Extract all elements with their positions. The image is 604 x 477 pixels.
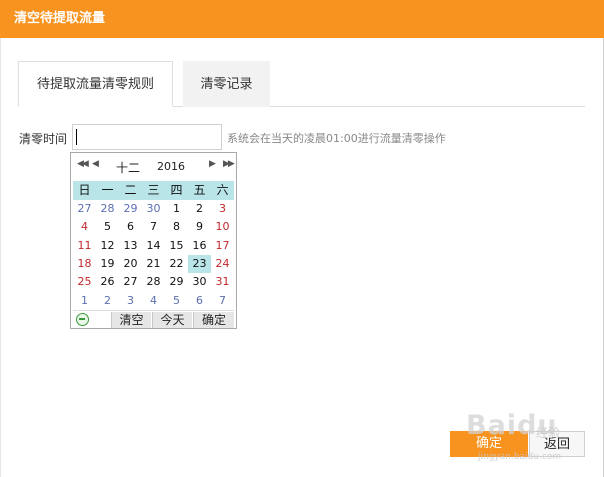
year-label[interactable]: 2016 (157, 160, 185, 173)
clear-time-input[interactable] (72, 124, 222, 150)
tab-bar: 待提取流量清零规则 清零记录 (18, 61, 585, 107)
clear-time-hint: 系统会在当天的凌晨01:00进行流量清零操作 (227, 132, 446, 145)
day-cell[interactable]: 30 (142, 200, 165, 218)
day-cell[interactable]: 10 (211, 218, 234, 236)
selected-day-cell[interactable]: 23 (188, 254, 211, 273)
calendar-today-button[interactable]: 今天 (152, 312, 192, 328)
day-cell[interactable]: 13 (119, 237, 142, 255)
day-cell[interactable]: 3 (211, 200, 234, 218)
day-cell[interactable]: 2 (96, 292, 119, 310)
day-cell[interactable]: 19 (96, 255, 119, 273)
day-cell[interactable]: 4 (142, 292, 165, 310)
day-cell[interactable]: 1 (73, 292, 96, 310)
calendar-ok-button[interactable]: 确定 (193, 312, 234, 328)
next-month-icon[interactable]: ▶ (209, 159, 216, 169)
back-arrow-icon[interactable] (76, 313, 89, 326)
clear-time-label: 清零时间 (19, 132, 68, 146)
tab-clear-rules[interactable]: 待提取流量清零规则 (18, 61, 173, 107)
day-cell[interactable]: 16 (188, 237, 211, 255)
day-cell[interactable]: 4 (73, 218, 96, 236)
day-cell[interactable]: 28 (96, 200, 119, 218)
watermark-url: jingyan.baidu.com (478, 452, 562, 462)
day-cell[interactable]: 31 (211, 273, 234, 291)
weekday-label: 三 (147, 183, 160, 197)
date-picker: ◀◀ ◀ 十二 2016 ▶ ▶▶ 日一二三四五六 27 28 29 30 1 2 3 4 5 6… (70, 152, 237, 329)
day-cell[interactable]: 21 (142, 255, 165, 273)
day-cell[interactable]: 14 (142, 237, 165, 255)
text-cursor (76, 129, 77, 145)
day-cell[interactable]: 20 (119, 255, 142, 273)
watermark-cn: 经验 (536, 426, 561, 440)
day-cell[interactable]: 18 (73, 255, 96, 273)
date-picker-footer: 清空 今天 确定 (73, 310, 234, 329)
clear-time-row: 清零时间 系统会在当天的凌晨01:00进行流量清零操作 (19, 124, 579, 150)
day-cell[interactable]: 8 (165, 218, 188, 236)
window-title: 清空待提取流量 (14, 11, 106, 26)
weekday-label: 五 (193, 183, 206, 197)
day-cell[interactable]: 29 (165, 273, 188, 291)
weekday-label: 六 (216, 183, 229, 197)
day-cell[interactable]: 24 (211, 255, 234, 273)
frame-border-left (0, 38, 1, 477)
day-cell[interactable]: 25 (73, 273, 96, 291)
day-cell[interactable]: 5 (165, 292, 188, 310)
month-label[interactable]: 十二 (116, 159, 140, 176)
weekday-label: 二 (124, 183, 137, 197)
prev-year-icon[interactable]: ◀◀ (77, 159, 89, 169)
prev-month-icon[interactable]: ◀ (92, 159, 99, 169)
day-cell[interactable]: 1 (165, 200, 188, 218)
day-cell[interactable]: 29 (119, 200, 142, 218)
weekday-label: 一 (101, 183, 114, 197)
weekday-label: 四 (170, 183, 183, 197)
calendar-clear-button[interactable]: 清空 (111, 312, 151, 328)
weekday-header: 日一二三四五六 (73, 181, 234, 200)
day-cell[interactable]: 6 (119, 218, 142, 236)
day-cell[interactable]: 7 (211, 292, 234, 310)
day-cell[interactable]: 9 (188, 218, 211, 236)
tab-clear-records[interactable]: 清零记录 (183, 61, 270, 107)
day-cell[interactable]: 22 (165, 255, 188, 273)
day-cell[interactable]: 17 (211, 237, 234, 255)
day-cell[interactable]: 5 (96, 218, 119, 236)
window-title-bar: 清空待提取流量 (0, 0, 604, 38)
day-cell[interactable]: 27 (119, 273, 142, 291)
day-cell[interactable]: 6 (188, 292, 211, 310)
day-cell[interactable]: 27 (73, 200, 96, 218)
day-cell[interactable]: 7 (142, 218, 165, 236)
day-cell[interactable]: 12 (96, 237, 119, 255)
day-cell[interactable]: 11 (73, 237, 96, 255)
date-picker-header: ◀◀ ◀ 十二 2016 ▶ ▶▶ (71, 153, 236, 179)
day-cell[interactable]: 30 (188, 273, 211, 291)
day-cell[interactable]: 26 (96, 273, 119, 291)
day-cell[interactable]: 15 (165, 237, 188, 255)
weekday-label: 日 (78, 183, 91, 197)
day-cell[interactable]: 28 (142, 273, 165, 291)
next-year-icon[interactable]: ▶▶ (223, 159, 235, 169)
day-cell[interactable]: 3 (119, 292, 142, 310)
day-cell[interactable]: 2 (188, 200, 211, 218)
